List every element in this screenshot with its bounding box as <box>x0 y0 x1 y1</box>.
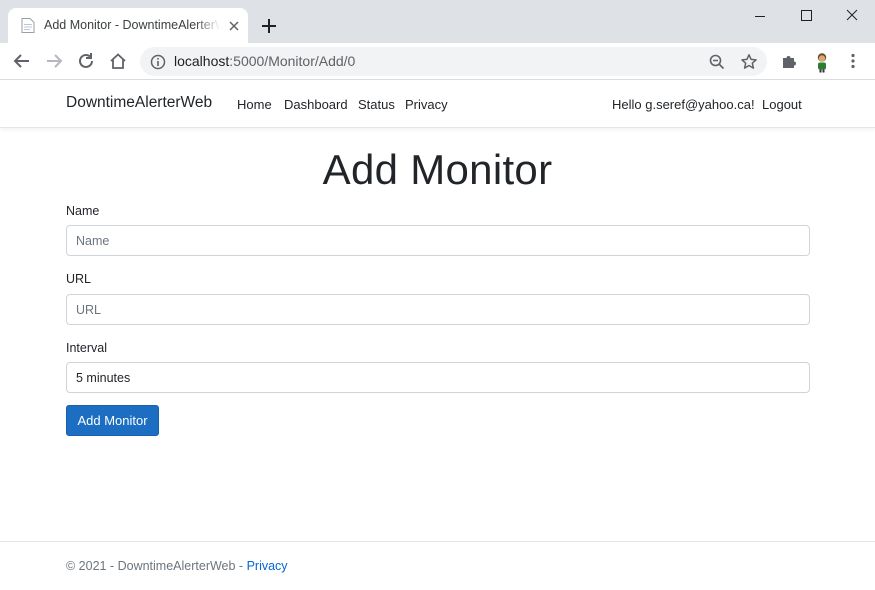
back-arrow-icon[interactable] <box>12 51 32 71</box>
url-label: URL <box>66 272 92 286</box>
nav-link-dashboard[interactable]: Dashboard <box>284 97 348 112</box>
url-path: :5000/Monitor/Add/0 <box>229 53 356 69</box>
name-input[interactable] <box>66 225 810 256</box>
extensions-puzzle-icon[interactable] <box>779 51 799 71</box>
url-input[interactable] <box>66 294 810 325</box>
interval-input[interactable] <box>66 362 810 393</box>
nav-link-status[interactable]: Status <box>358 97 395 112</box>
name-label: Name <box>66 204 100 218</box>
tab-title: Add Monitor - DowntimeAlerterWeb <box>44 18 220 32</box>
add-monitor-button[interactable]: Add Monitor <box>66 405 159 436</box>
site-info-icon[interactable] <box>148 52 168 72</box>
navbar-brand[interactable]: DowntimeAlerterWeb <box>66 94 212 112</box>
logout-button[interactable]: Logout <box>762 97 802 112</box>
footer-privacy-link[interactable]: Privacy <box>247 559 288 573</box>
page-favicon-icon <box>21 18 35 33</box>
home-icon[interactable] <box>108 51 128 71</box>
reload-icon[interactable] <box>76 51 96 71</box>
minimize-icon[interactable] <box>750 6 770 26</box>
browser-menu-icon[interactable] <box>843 51 863 71</box>
browser-tab-active[interactable]: Add Monitor - DowntimeAlerterWeb <box>8 8 248 43</box>
nav-link-home[interactable]: Home <box>237 97 272 112</box>
interval-label: Interval <box>66 341 107 355</box>
footer-copyright: © 2021 - DowntimeAlerterWeb - <box>66 559 247 573</box>
forward-arrow-icon[interactable] <box>44 51 64 71</box>
bookmark-star-icon[interactable] <box>739 52 759 72</box>
address-url[interactable]: localhost:5000/Monitor/Add/0 <box>174 52 355 70</box>
tab-close-icon[interactable] <box>226 18 242 34</box>
browser-tabstrip: Add Monitor - DowntimeAlerterWeb <box>0 0 875 43</box>
user-greeting-link[interactable]: Hello g.seref@yahoo.ca! <box>612 97 755 112</box>
maximize-icon[interactable] <box>796 6 816 26</box>
footer-text: © 2021 - DowntimeAlerterWeb - Privacy <box>66 559 288 573</box>
profile-avatar-icon[interactable] <box>811 51 833 73</box>
url-host: localhost <box>174 53 230 69</box>
new-tab-icon[interactable] <box>260 17 278 35</box>
close-window-icon[interactable] <box>842 6 862 26</box>
zoom-icon[interactable] <box>707 52 727 72</box>
page-title: Add Monitor <box>322 146 553 193</box>
nav-link-privacy[interactable]: Privacy <box>405 97 448 112</box>
